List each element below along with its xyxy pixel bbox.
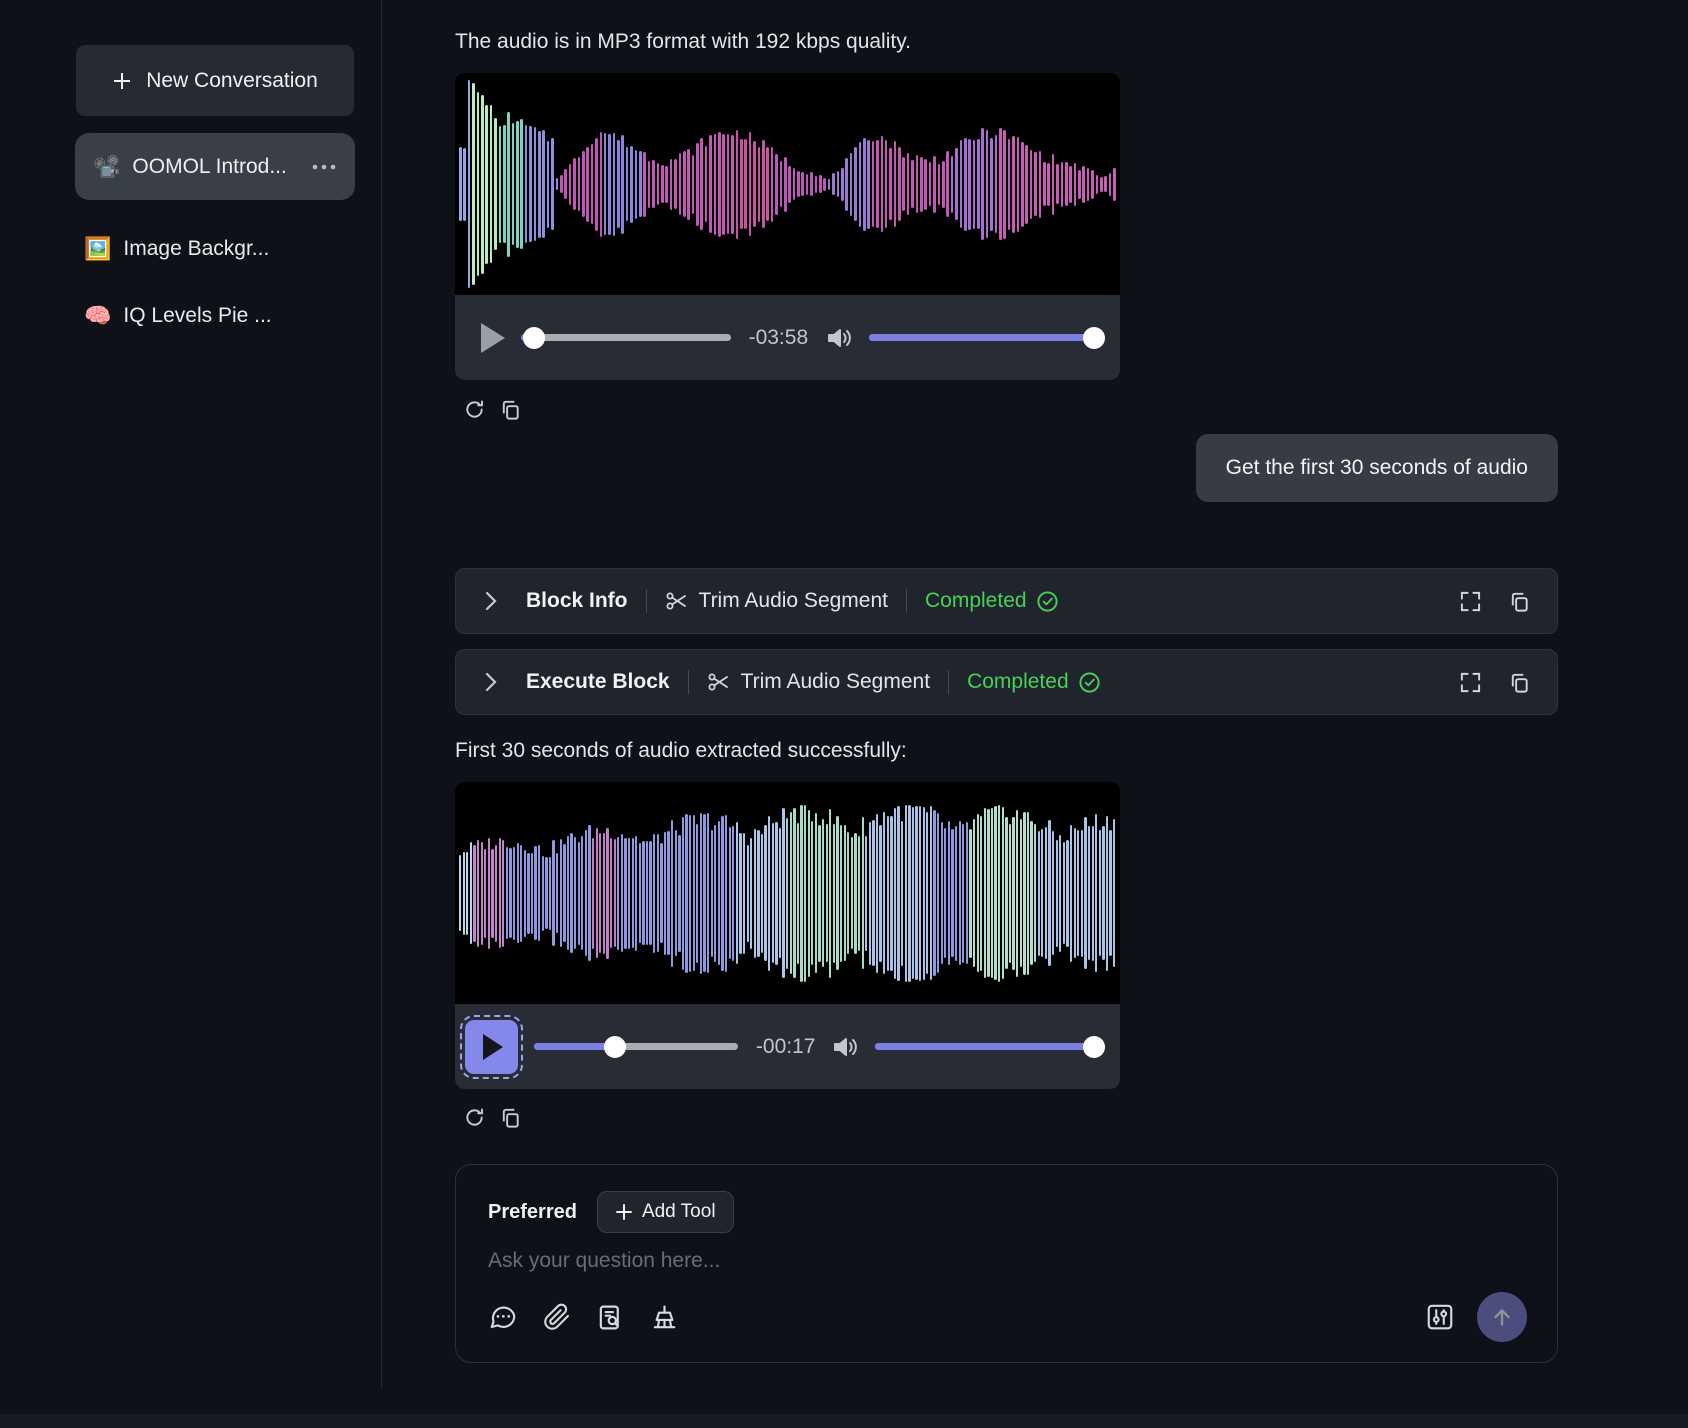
settings-sliders-icon[interactable]: [1425, 1302, 1455, 1332]
new-conversation-label: New Conversation: [146, 69, 318, 93]
plus-icon: [112, 71, 132, 91]
projector-icon: 📽️: [93, 154, 120, 180]
audio-player-trimmed: -00:17: [455, 782, 1120, 1089]
message-actions: [463, 398, 1558, 421]
chevron-right-icon[interactable]: [482, 590, 500, 612]
block-title: Execute Block: [526, 670, 670, 694]
expand-icon[interactable]: [1459, 590, 1482, 613]
sidebar-item-image-background[interactable]: 🖼️ Image Backgr...: [0, 231, 381, 267]
status-badge: Completed: [925, 589, 1059, 613]
time-remaining: -00:17: [756, 1035, 824, 1059]
user-message-row: Get the first 30 seconds of audio: [455, 434, 1558, 502]
new-conversation-button[interactable]: New Conversation: [76, 45, 354, 116]
add-tool-button[interactable]: Add Tool: [597, 1191, 734, 1233]
conversation-label: Image Backgr...: [123, 237, 269, 261]
waveform-full: [455, 73, 1120, 295]
question-input[interactable]: [488, 1249, 1188, 1273]
divider: [948, 670, 949, 694]
message-actions: [463, 1106, 1558, 1129]
volume-icon[interactable]: [826, 326, 853, 350]
block-title: Block Info: [526, 589, 628, 613]
brain-icon: 🧠: [84, 303, 111, 329]
divider: [688, 670, 689, 694]
preferred-label: Preferred: [488, 1201, 577, 1224]
assistant-message: The audio is in MP3 format with 192 kbps…: [455, 30, 1558, 54]
conversation-menu-icon[interactable]: [311, 163, 337, 171]
sidebar-item-iq-levels[interactable]: 🧠 IQ Levels Pie ...: [0, 298, 381, 334]
app-window: New Conversation 📽️ OOMOL Introd... 🖼️ I…: [0, 0, 1688, 1428]
chat-bubble-icon[interactable]: [488, 1302, 518, 1332]
volume-thumb[interactable]: [1083, 327, 1105, 349]
regenerate-icon[interactable]: [463, 398, 486, 421]
time-remaining: -03:58: [749, 326, 819, 350]
composer: Preferred Add Tool: [455, 1164, 1558, 1363]
regenerate-icon[interactable]: [463, 1106, 486, 1129]
scissors-icon: [665, 589, 689, 613]
tool-name: Trim Audio Segment: [699, 589, 888, 613]
volume-icon[interactable]: [832, 1035, 859, 1059]
copy-icon[interactable]: [499, 398, 522, 421]
attach-icon[interactable]: [543, 1303, 571, 1331]
copy-icon[interactable]: [1508, 590, 1531, 613]
play-button[interactable]: [481, 323, 505, 353]
copy-icon[interactable]: [1508, 671, 1531, 694]
arrow-up-icon: [1489, 1304, 1515, 1330]
audio-controls: -00:17: [455, 1004, 1120, 1089]
block-info-row[interactable]: Block Info Trim Audio Segment Completed: [455, 568, 1558, 634]
search-docs-icon[interactable]: [596, 1303, 625, 1332]
clean-icon[interactable]: [650, 1303, 679, 1332]
chat-panel: The audio is in MP3 format with 192 kbps…: [381, 0, 1688, 1428]
user-message: Get the first 30 seconds of audio: [1196, 434, 1558, 502]
plus-icon: [615, 1203, 633, 1221]
conversation-label: OOMOL Introd...: [132, 155, 286, 179]
send-button[interactable]: [1477, 1292, 1527, 1342]
expand-icon[interactable]: [1459, 671, 1482, 694]
sidebar-item-oomol[interactable]: 📽️ OOMOL Introd...: [75, 133, 355, 200]
conversation-label: IQ Levels Pie ...: [123, 304, 271, 328]
chevron-right-icon[interactable]: [482, 671, 500, 693]
check-circle-icon: [1078, 671, 1101, 694]
waveform-trimmed: [455, 782, 1120, 1004]
sidebar: New Conversation 📽️ OOMOL Introd... 🖼️ I…: [0, 0, 381, 1388]
check-circle-icon: [1036, 590, 1059, 613]
volume-slider[interactable]: [875, 1043, 1094, 1050]
copy-icon[interactable]: [499, 1106, 522, 1129]
assistant-message: First 30 seconds of audio extracted succ…: [455, 739, 1558, 763]
tool-name: Trim Audio Segment: [741, 670, 930, 694]
seek-slider[interactable]: [534, 1043, 738, 1050]
seek-thumb[interactable]: [523, 327, 545, 349]
divider: [646, 589, 647, 613]
seek-thumb[interactable]: [604, 1036, 626, 1058]
picture-icon: 🖼️: [84, 236, 111, 262]
audio-controls: -03:58: [455, 295, 1120, 380]
volume-slider[interactable]: [869, 334, 1094, 341]
execute-block-row[interactable]: Execute Block Trim Audio Segment Complet…: [455, 649, 1558, 715]
status-badge: Completed: [967, 670, 1101, 694]
volume-thumb[interactable]: [1083, 1036, 1105, 1058]
play-button[interactable]: [465, 1020, 518, 1074]
seek-slider[interactable]: [521, 334, 731, 341]
divider: [906, 589, 907, 613]
scissors-icon: [707, 670, 731, 694]
window-bottom-edge: [0, 1414, 1688, 1428]
audio-player-full: -03:58: [455, 73, 1120, 380]
